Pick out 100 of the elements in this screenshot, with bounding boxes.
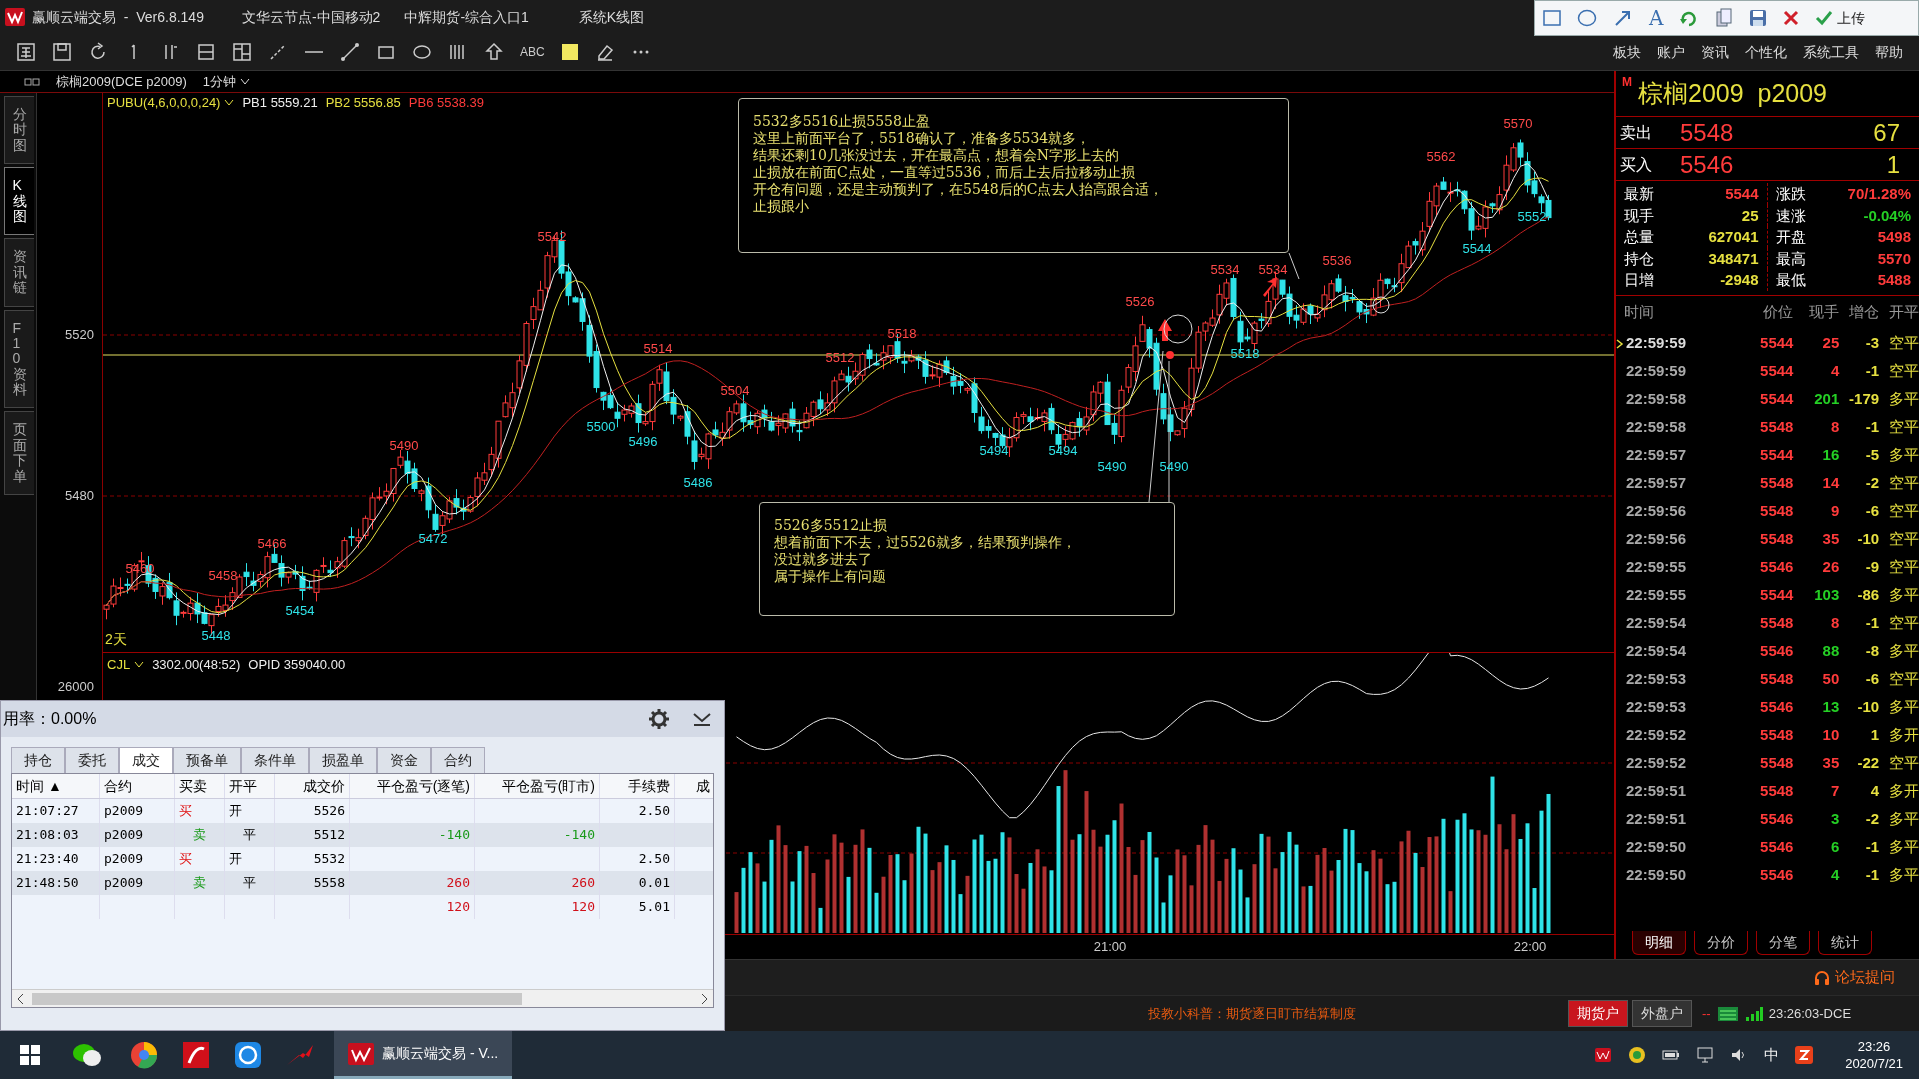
ellipse-tool-icon[interactable]	[412, 42, 432, 62]
input-app-icon[interactable]	[1795, 1046, 1814, 1064]
column-header[interactable]: 手续费	[600, 774, 675, 798]
collapse-icon[interactable]	[692, 711, 712, 727]
side-tab[interactable]: F10资料	[4, 309, 34, 409]
circle-app-icon[interactable]	[234, 1041, 262, 1069]
taskbar-window-button[interactable]: 赢顺云端交易 - V...	[334, 1031, 513, 1079]
network-icon[interactable]	[1696, 1046, 1715, 1064]
save-icon[interactable]	[1749, 9, 1768, 27]
column-header[interactable]: 时间 ▲	[12, 774, 100, 798]
tick-cell-text: 4	[1829, 865, 1840, 886]
save-icon[interactable]	[52, 42, 72, 62]
indicator-dropdown[interactable]: PUBU(4,6,0,0,0,24)	[107, 93, 235, 113]
color-swatch[interactable]	[560, 43, 579, 61]
indicator-dropdown[interactable]: CJL	[107, 655, 145, 675]
tick-cell-text: 5546	[1759, 697, 1794, 718]
column-header[interactable]: 开平	[225, 774, 275, 798]
panel-tab[interactable]: 分价	[1694, 931, 1748, 955]
arrow-icon	[1263, 277, 1277, 297]
quote-price: 5548	[1680, 117, 1735, 148]
document-icon[interactable]	[16, 42, 36, 62]
rectangle-tool-icon[interactable]	[1543, 10, 1561, 26]
up-arrow-tool-icon[interactable]	[484, 42, 504, 62]
panel-tab[interactable]: 预备单	[173, 747, 241, 773]
price-label: 5570	[1503, 115, 1533, 134]
side-tab[interactable]: K线图	[4, 167, 34, 236]
stat-value: 5544	[1725, 184, 1759, 204]
input-method-indicator[interactable]: 中	[1764, 1043, 1780, 1067]
price-label: 5448	[201, 627, 231, 646]
tick-cell-text: 22:59:56	[1626, 529, 1688, 550]
app-tray-icon[interactable]	[1594, 1046, 1613, 1064]
menu-item[interactable]: 资讯	[1701, 41, 1729, 63]
circle-tray-icon[interactable]	[1628, 1046, 1647, 1064]
grid-icon[interactable]	[232, 42, 252, 62]
horizontal-scrollbar[interactable]	[12, 989, 713, 1007]
scroll-left-icon[interactable]	[16, 993, 26, 1005]
stat-label: 持仓	[1624, 248, 1654, 269]
split-box-icon[interactable]	[196, 42, 216, 62]
tick-cell-text: 5546	[1759, 557, 1794, 578]
close-icon[interactable]	[1783, 10, 1800, 26]
tick-cell-text: 多开	[1888, 781, 1919, 802]
tick-cell-text: 10	[1821, 725, 1840, 746]
column-header[interactable]: 平仓盈亏(盯市)	[475, 774, 600, 798]
copy-icon[interactable]	[1715, 8, 1734, 28]
forum-link[interactable]: 论坛提问	[1813, 966, 1895, 989]
line-segment-tool-icon[interactable]	[340, 42, 360, 62]
tip-text[interactable]: 投教小科普：期货逐日盯市结算制度	[1148, 1003, 1568, 1024]
trading-app-icon[interactable]	[182, 1041, 210, 1069]
panel-tab[interactable]: 明细	[1632, 931, 1686, 955]
settings-icon[interactable]	[648, 708, 670, 730]
start-icon[interactable]	[20, 1045, 40, 1065]
price-label: 5518	[1230, 345, 1260, 364]
column-header[interactable]: 成	[675, 774, 713, 798]
account-tab[interactable]: 外盘户	[1632, 1000, 1692, 1027]
panel-tab[interactable]: 委托	[65, 747, 119, 773]
menu-item[interactable]: 账户	[1657, 41, 1685, 63]
tick-cell-text: 103	[1813, 585, 1840, 606]
column-header[interactable]: 合约	[100, 774, 175, 798]
scrollbar-thumb[interactable]	[32, 993, 522, 1005]
text-tool[interactable]: ABC	[520, 43, 545, 61]
panel-tab[interactable]: 损盈单	[309, 747, 377, 773]
panel-tab[interactable]: 分笔	[1756, 931, 1810, 955]
stat-value: -0.04%	[1863, 205, 1911, 226]
panel-tab[interactable]: 持仓	[11, 747, 65, 773]
refresh-icon[interactable]	[88, 42, 108, 62]
panel-tab[interactable]: 成交	[119, 747, 173, 773]
side-tab[interactable]: 资讯链	[4, 238, 34, 307]
ellipse-tool-icon[interactable]	[1577, 9, 1597, 27]
tick-cell-text: 3	[1829, 809, 1840, 830]
taskbar-clock[interactable]: 23:26 2020/7/21	[1845, 1038, 1903, 1072]
upload-button[interactable]: 上传	[1815, 7, 1866, 29]
menu-item[interactable]: 板块	[1613, 41, 1641, 63]
column-header[interactable]: 买卖	[175, 774, 225, 798]
side-tab[interactable]: 页面下单	[4, 411, 34, 496]
panel-tab[interactable]: 条件单	[241, 747, 309, 773]
menu-item[interactable]: 帮助	[1875, 41, 1903, 63]
browser-app-icon[interactable]	[130, 1041, 158, 1069]
side-tab[interactable]: 分时图	[4, 96, 34, 165]
stat-label: 最低	[1775, 270, 1806, 290]
quote-volume: 1	[1885, 149, 1900, 180]
account-tab[interactable]: 期货户	[1568, 1000, 1628, 1027]
indicator-value: 3302.00(48:52)	[152, 656, 241, 674]
signal-icon	[1744, 1005, 1763, 1022]
tick-cell-text: 5544	[1759, 389, 1794, 410]
scroll-right-icon[interactable]	[699, 993, 709, 1005]
column-header[interactable]: 成交价	[275, 774, 350, 798]
tick-cell-text: 22:59:53	[1626, 669, 1688, 690]
window-title: 中辉期货-综合入口1	[404, 7, 529, 27]
panel-tab[interactable]: 统计	[1818, 931, 1872, 955]
period-dropdown[interactable]: 1分钟	[202, 71, 251, 92]
text-tool[interactable]: A	[1649, 3, 1664, 33]
column-header[interactable]: 平仓盈亏(逐笔)	[350, 774, 475, 798]
menu-item[interactable]: 系统工具	[1803, 41, 1859, 63]
chat-app-icon[interactable]	[72, 1042, 102, 1068]
panel-tab[interactable]: 合约	[431, 747, 485, 773]
column-header: 价位	[1762, 302, 1794, 323]
window-toggle-icon[interactable]	[24, 77, 40, 86]
arrow-tool-icon[interactable]	[1613, 8, 1633, 28]
panel-tab[interactable]: 资金	[377, 747, 431, 773]
menu-item[interactable]: 个性化	[1745, 41, 1787, 63]
